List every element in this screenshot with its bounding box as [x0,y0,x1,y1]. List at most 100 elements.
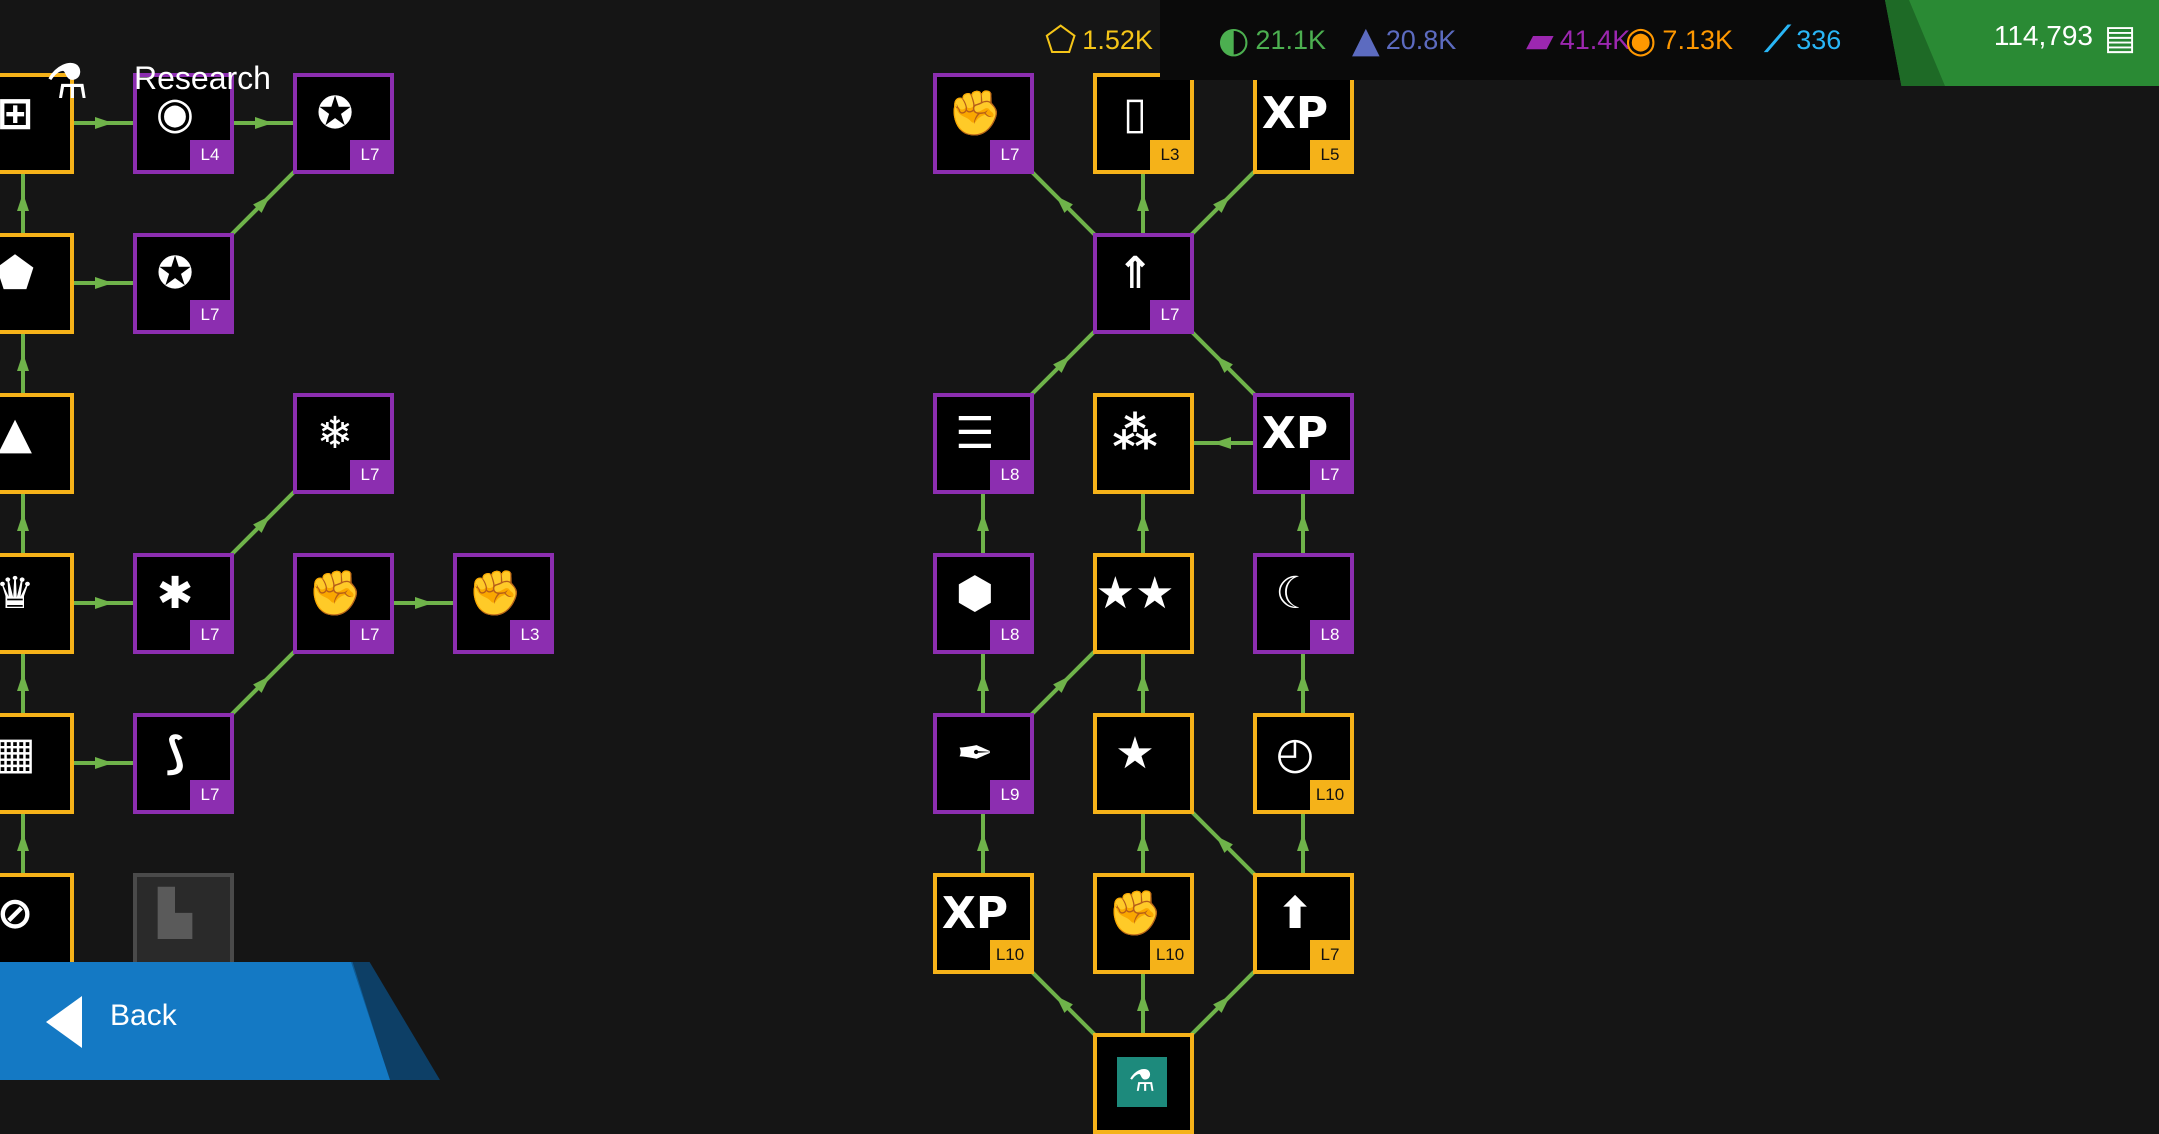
star-icon: ★ [1115,728,1155,779]
tree-link-arrow [977,513,989,532]
tree-link-arrow [1137,513,1149,532]
research-node[interactable]: ▦ [0,713,74,814]
research-node[interactable]: ⇑ L7 [1093,233,1194,334]
tree-link-arrow [17,673,29,692]
node-level-badge: L8 [1310,620,1350,650]
resource-value: 1.52K [1082,24,1153,55]
tree-link-arrow [1213,437,1232,449]
clock-shards-icon: ◴ [1275,728,1315,779]
research-node[interactable]: XP L7 [1253,393,1354,494]
tree-link-arrow [1137,833,1149,852]
node-level-badge: L4 [190,140,230,170]
node-level-badge: L7 [190,300,230,330]
node-level-badge: L7 [1310,460,1350,490]
resource-6[interactable]: ⟋ 336 [1765,18,1841,62]
xp-plus-icon: XP [1261,408,1329,459]
research-node[interactable]: ★★ [1093,553,1194,654]
fist-strike-icon: ✊ [947,88,1003,139]
research-node[interactable]: ✊ L10 [1093,873,1194,974]
research-node[interactable]: ☾ L8 [1253,553,1354,654]
research-node[interactable]: ⬟ [0,233,74,334]
ascend-icon: ⇑ [1116,248,1154,299]
node-level-badge: L10 [990,940,1030,970]
three-stars-icon: ⁂ [1112,408,1158,459]
page-title: Research [134,60,271,96]
vortex-defense-icon: ✪ [316,88,354,139]
research-node[interactable]: ⚗ [1093,1033,1194,1134]
tree-link-arrow [94,277,113,289]
resource-3[interactable]: ▲ 20.8K [1352,18,1456,62]
resource-1[interactable]: ⬠ 1.52K [1045,18,1153,62]
research-node[interactable]: ♛ [0,553,74,654]
node-level-badge: L8 [990,620,1030,650]
glass-icon: ▯ [1122,88,1148,139]
research-node[interactable]: XP L5 [1253,73,1354,174]
resource-4[interactable]: ▰ 41.4K [1526,18,1630,62]
research-node[interactable]: ✊ L7 [933,73,1034,174]
freeze-icon: ❄ [316,408,354,459]
research-node[interactable]: ✒ L9 [933,713,1034,814]
back-button[interactable]: Back [0,962,440,1080]
max-xp-icon: XP [941,888,1009,939]
research-node[interactable]: ▙ [133,873,234,974]
root-research-icon: ⚗ [1117,1057,1167,1107]
orange-swirl-icon: ◉ [1625,19,1657,61]
crescent-timer-icon: ☾ [1275,568,1315,619]
research-node[interactable]: ❄ L7 [293,393,394,494]
node-level-badge: L10 [1310,780,1350,810]
research-node[interactable]: ▲ [0,393,74,494]
purple-stripes-icon: ▰ [1526,19,1554,61]
research-node[interactable]: ◴ L10 [1253,713,1354,814]
research-node[interactable]: ✪ L7 [133,233,234,334]
tree-link-arrow [977,833,989,852]
credits-panel[interactable]: 114,793 ▤ [1885,0,2159,86]
research-node[interactable]: ⟆ L7 [133,713,234,814]
research-node[interactable]: ⬆ L7 [1253,873,1354,974]
node-level-badge: L7 [990,140,1030,170]
research-node[interactable]: ✱ L7 [133,553,234,654]
research-node[interactable]: ☰ L8 [933,393,1034,494]
resource-value: 336 [1796,24,1842,55]
flask-icon: ⚗ [45,54,89,110]
node-level-badge: L7 [350,460,390,490]
shards-up-icon: ⬟ [0,248,35,299]
node-level-badge: L7 [190,620,230,650]
resource-5[interactable]: ◉ 7.13K [1625,18,1733,62]
arrow-up-icon: ⬆ [1276,888,1314,939]
node-level-badge: L3 [510,620,550,650]
node-level-badge: L5 [1310,140,1350,170]
tree-link-arrow [1137,673,1149,692]
tree-link-arrow [17,833,29,852]
tree-link-arrow [414,597,433,609]
credits-cards-icon: ▤ [2103,18,2137,58]
green-wing-icon: ◐ [1218,19,1250,61]
research-node[interactable]: ⊘ [0,873,74,974]
back-button-label: Back [110,999,177,1032]
tree-link-arrow [1137,993,1149,1012]
research-node[interactable]: ✊ L3 [453,553,554,654]
shield-head-icon: ⬢ [955,568,995,619]
bars-icon: ▦ [0,728,36,779]
research-node[interactable]: XP L10 [933,873,1034,974]
factory-locked-icon: ▙ [158,888,192,939]
tree-link-arrow [1297,833,1309,852]
research-node[interactable]: ⁂ [1093,393,1194,494]
claw-icon: ⟆ [164,728,186,779]
research-node[interactable]: ▯ L3 [1093,73,1194,174]
tree-link-arrow [94,117,113,129]
node-level-badge: L3 [1150,140,1190,170]
node-level-badge: L9 [990,780,1030,810]
research-node[interactable]: ✊ L7 [293,553,394,654]
resource-value: 41.4K [1559,24,1631,55]
tree-link-arrow [17,513,29,532]
split-icon: ⊘ [0,888,34,939]
resource-value: 21.1K [1255,24,1326,55]
research-node[interactable]: ⬢ L8 [933,553,1034,654]
pen-nib-icon: ✒ [956,728,994,779]
research-node[interactable]: ✪ L7 [293,73,394,174]
research-node[interactable]: ★ [1093,713,1194,814]
resource-2[interactable]: ◐ 21.1K [1218,18,1326,62]
fist-icon: ✊ [1107,888,1163,939]
fist-icon: ✊ [307,568,363,619]
two-stars-icon: ★★ [1095,568,1175,619]
